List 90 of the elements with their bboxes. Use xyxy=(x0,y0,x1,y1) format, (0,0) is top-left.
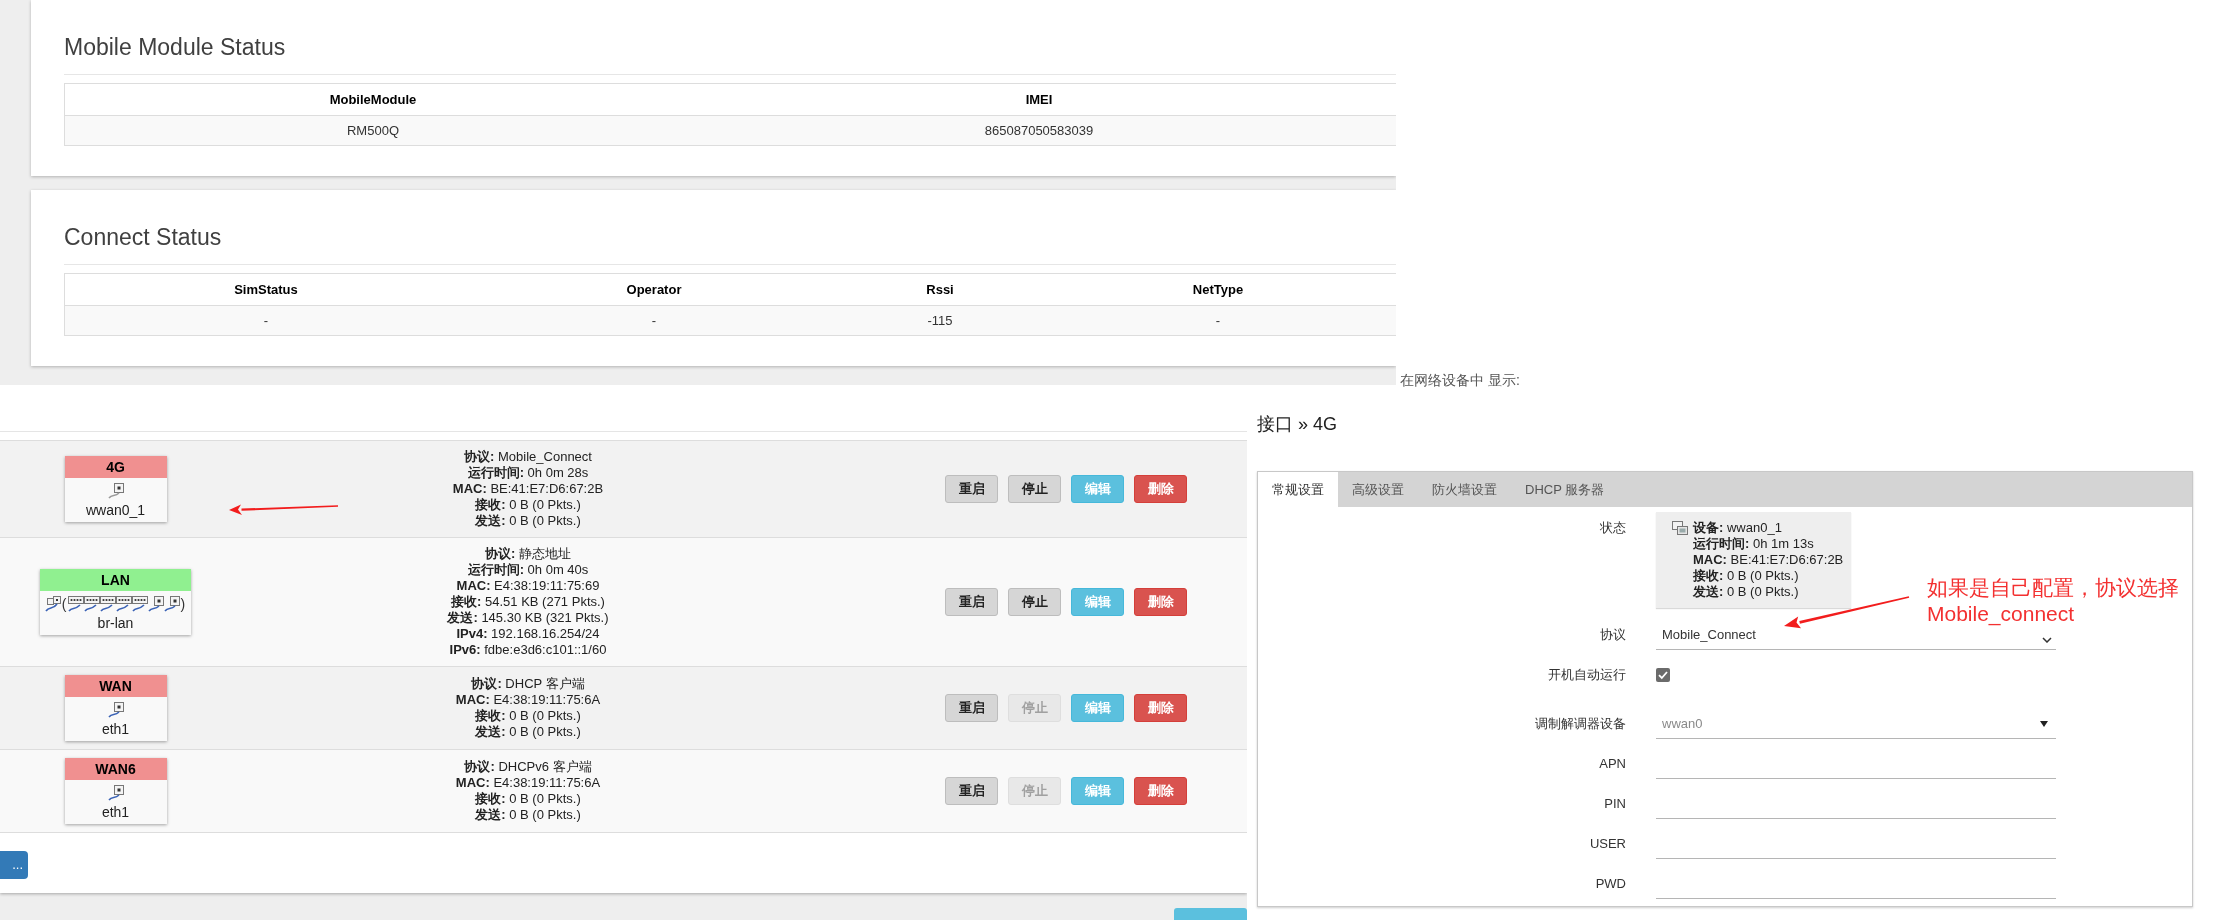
status-line: 设备: wwan0_1 xyxy=(1693,520,1783,536)
column-header: Operator xyxy=(625,280,683,299)
network-device-icon xyxy=(1672,521,1688,535)
restart-button[interactable]: 重启 xyxy=(945,777,998,805)
device-name: eth1 xyxy=(101,803,130,821)
switch-port-icon xyxy=(67,596,84,612)
status-line: 接收: 54.51 KB (271 Pkts.) xyxy=(451,594,605,610)
column-header: Rssi xyxy=(925,280,955,299)
interface-name: WAN xyxy=(64,675,167,697)
tab[interactable]: 防火墙设置 xyxy=(1418,472,1511,507)
field-label: 调制解调器设备 xyxy=(1534,715,1626,733)
interface-name: LAN xyxy=(39,569,192,591)
card-title: Mobile Module Status xyxy=(64,33,287,62)
table-cell: - xyxy=(467,305,841,335)
status-line: 接收: 0 B (0 Pkts.) xyxy=(475,497,581,513)
status-line: 运行时间: 0h 0m 40s xyxy=(467,562,589,578)
status-line: 协议: DHCPv6 客户端 xyxy=(464,759,592,775)
switch-port-icon xyxy=(131,596,148,612)
status-line: 发送: 0 B (0 Pkts.) xyxy=(475,724,581,740)
ethernet-port-icon xyxy=(163,596,180,612)
column-header: IMEI xyxy=(1024,90,1054,109)
switch-port-icon xyxy=(115,596,132,612)
table-cell: 865087050583039 xyxy=(681,115,1396,145)
device-name: br-lan xyxy=(97,614,134,632)
interface-name: WAN6 xyxy=(64,758,167,780)
column-header: SimStatus xyxy=(233,280,299,299)
delete-button[interactable]: 删除 xyxy=(1134,694,1187,722)
status-line: 接收: 0 B (0 Pkts.) xyxy=(1693,568,1800,584)
status-line: 接收: 0 B (0 Pkts.) xyxy=(475,708,581,724)
status-line: IPv6: fdbe:e3d6:c101::1/60 xyxy=(449,642,607,658)
tab[interactable]: 高级设置 xyxy=(1338,472,1418,507)
status-line: 协议: Mobile_Connect xyxy=(464,449,592,465)
dropdown-arrow-icon xyxy=(2040,720,2048,727)
checkbox[interactable] xyxy=(1656,667,1670,682)
field-label: 开机自动运行 xyxy=(1547,666,1626,683)
stop-button[interactable]: 停止 xyxy=(1008,475,1061,503)
interface-name: 4G xyxy=(64,456,167,478)
column-header: MobileModule xyxy=(328,90,418,109)
table-cell: - xyxy=(1039,305,1396,335)
status-line: 发送: 145.30 KB (321 Pkts.) xyxy=(447,610,609,626)
restart-button[interactable]: 重启 xyxy=(945,694,998,722)
status-line: IPv4: 192.168.16.254/24 xyxy=(456,626,600,642)
tab[interactable]: DHCP 服务器 xyxy=(1511,472,1619,507)
field-label: 协议 xyxy=(1599,626,1626,644)
status-line: 协议: DHCP 客户端 xyxy=(471,676,585,692)
select-field[interactable]: wwan0 xyxy=(1656,709,2056,739)
ethernet-port-icon xyxy=(147,596,164,612)
status-line: MAC: E4:38:19:11:75:6A xyxy=(455,775,601,791)
column-header: NetType xyxy=(1191,280,1245,299)
stop-button[interactable]: 停止 xyxy=(1008,588,1061,616)
status-line: 运行时间: 0h 1m 13s xyxy=(1693,536,1815,552)
page-title: 接口 » 4G xyxy=(1257,413,1339,436)
add-interface-button[interactable]: ... xyxy=(0,851,28,879)
bracket: ( xyxy=(60,596,68,612)
delete-button[interactable]: 删除 xyxy=(1134,475,1187,503)
restart-button[interactable]: 重启 xyxy=(945,475,998,503)
delete-button[interactable]: 删除 xyxy=(1134,588,1187,616)
field-label: PWD xyxy=(1594,875,1626,893)
status-line: 发送: 0 B (0 Pkts.) xyxy=(475,807,581,823)
table-cell: -115 xyxy=(841,305,1039,335)
device-name: wwan0_1 xyxy=(85,501,146,519)
delete-button[interactable]: 删除 xyxy=(1134,777,1187,805)
card-title: Connect Status xyxy=(64,223,223,252)
status-line: MAC: BE:41:E7:D6:67:2B xyxy=(1693,552,1844,568)
status-line: 运行时间: 0h 0m 28s xyxy=(467,465,589,481)
ethernet-port-icon xyxy=(107,483,124,499)
status-line: 接收: 0 B (0 Pkts.) xyxy=(475,791,581,807)
switch-port-icon xyxy=(83,596,100,612)
field-label: APN xyxy=(1598,755,1626,773)
device-name: eth1 xyxy=(101,720,130,738)
status-line: 发送: 0 B (0 Pkts.) xyxy=(475,513,581,529)
ethernet-port-icon xyxy=(107,702,124,718)
chevron-down-icon xyxy=(2042,637,2052,643)
ethernet-port-icon xyxy=(107,785,124,801)
field-label: 状态 xyxy=(1599,519,1626,537)
field-label: USER xyxy=(1588,835,1626,853)
tab[interactable]: 常规设置 xyxy=(1258,472,1338,507)
table-cell: RM500Q xyxy=(65,115,681,145)
field-label: PIN xyxy=(1603,795,1626,813)
status-line: MAC: E4:38:19:11:75:6A xyxy=(455,692,601,708)
bridge-icon xyxy=(44,596,61,612)
note-text: 在网络设备中 显示: xyxy=(1400,371,1520,389)
switch-port-icon xyxy=(99,596,116,612)
table-cell: - xyxy=(65,305,467,335)
status-line: 发送: 0 B (0 Pkts.) xyxy=(1693,584,1800,600)
restart-button[interactable]: 重启 xyxy=(945,588,998,616)
status-line: 协议: 静态地址 xyxy=(485,546,571,562)
status-line: MAC: E4:38:19:11:75:69 xyxy=(456,578,600,594)
status-line: MAC: BE:41:E7:D6:67:2B xyxy=(452,481,604,497)
bracket: ) xyxy=(179,596,187,612)
